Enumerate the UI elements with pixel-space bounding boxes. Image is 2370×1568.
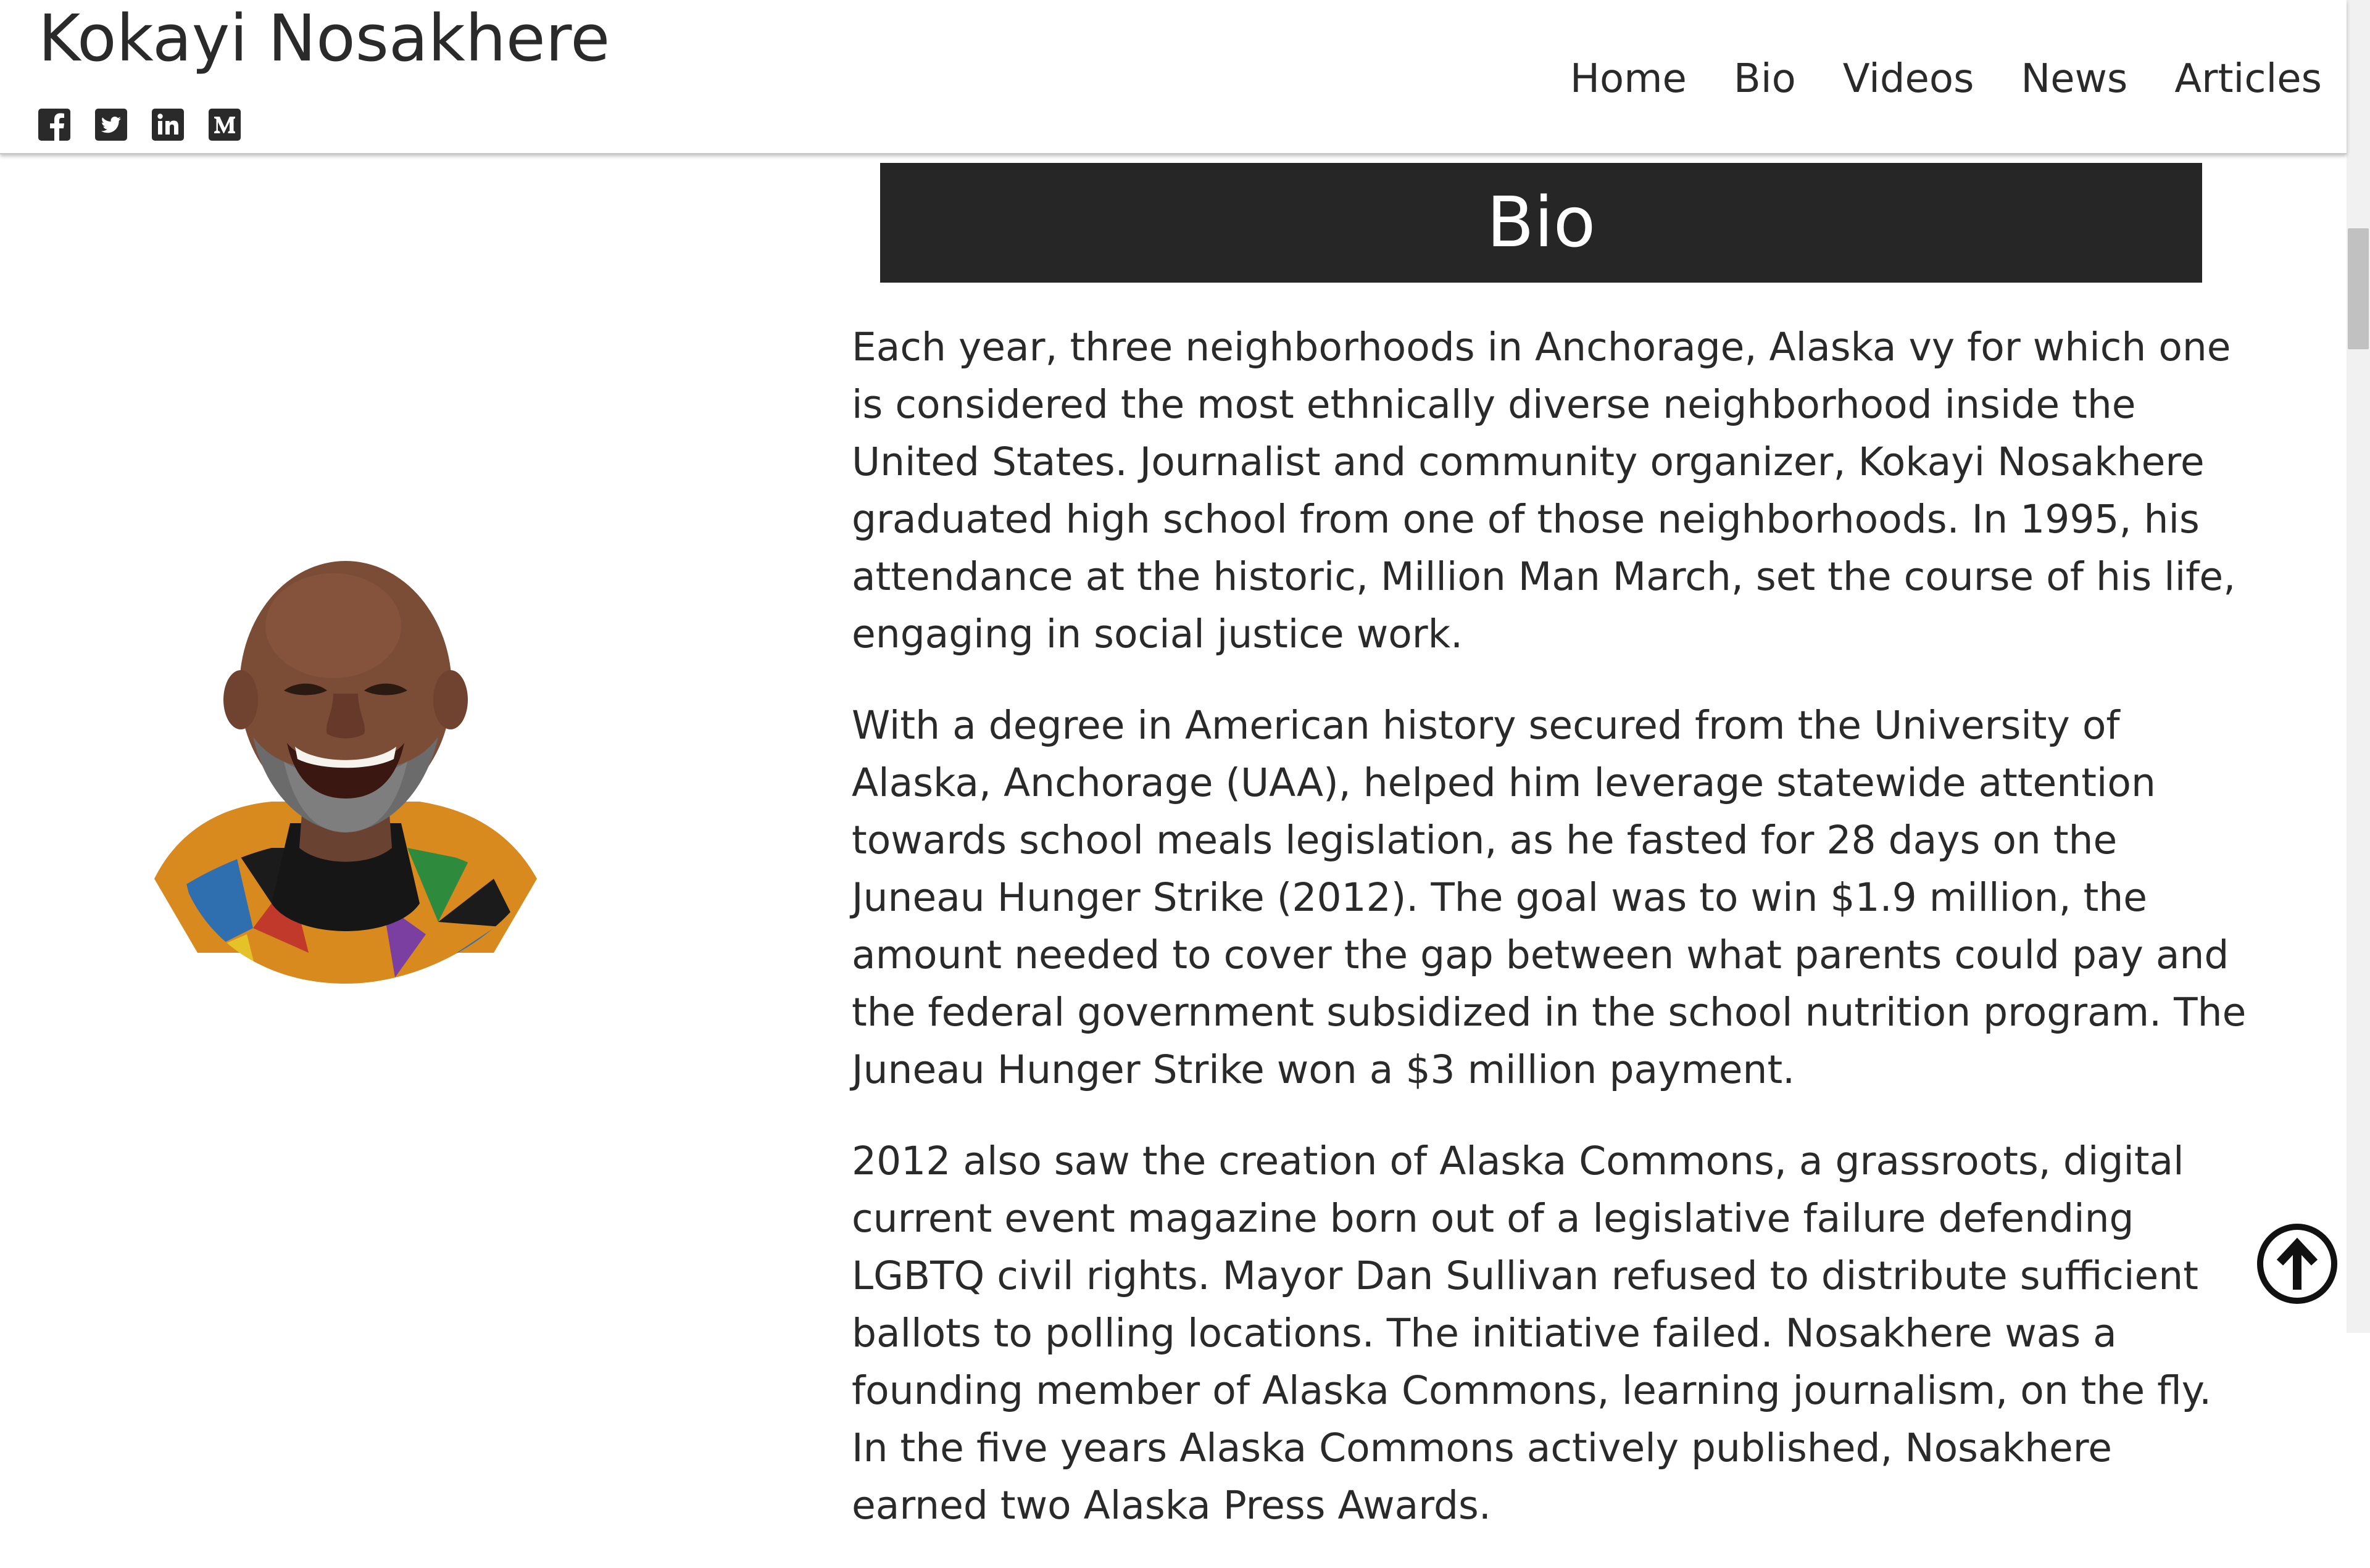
nav-news[interactable]: News <box>2021 53 2127 105</box>
twitter-icon[interactable] <box>95 109 127 141</box>
bio-heading-banner: Bio <box>880 163 2202 283</box>
main-nav: Home Bio Videos News Articles <box>1570 53 2322 105</box>
scrollbar-track[interactable] <box>2347 0 2370 1333</box>
medium-icon[interactable] <box>209 109 241 141</box>
scrollbar-thumb[interactable] <box>2348 228 2369 349</box>
bio-paragraph-1: Each year, three neighborhoods in Anchor… <box>852 325 2236 657</box>
back-to-top-button[interactable] <box>2235 1221 2359 1307</box>
nav-home[interactable]: Home <box>1570 53 1687 105</box>
nav-articles[interactable]: Articles <box>2174 53 2322 105</box>
section-heading: Bio <box>1486 183 1596 263</box>
social-links <box>38 109 241 141</box>
site-header: Kokayi Nosakhere Home Bio Videos News Ar… <box>0 0 2347 154</box>
bio-paragraph-3: 2012 also saw the creation of Alaska Com… <box>852 1139 2212 1528</box>
nav-videos[interactable]: Videos <box>1843 53 1974 105</box>
site-title[interactable]: Kokayi Nosakhere <box>38 4 610 73</box>
bio-content: Each year, three neighborhoods in Anchor… <box>852 318 2259 1568</box>
linkedin-icon[interactable] <box>152 109 184 141</box>
portrait-image <box>154 561 537 984</box>
bio-paragraph-2: With a degree in American history secure… <box>852 703 2247 1092</box>
arrow-up-circle-icon <box>2257 1224 2337 1304</box>
nav-bio[interactable]: Bio <box>1734 53 1796 105</box>
facebook-icon[interactable] <box>38 109 70 141</box>
